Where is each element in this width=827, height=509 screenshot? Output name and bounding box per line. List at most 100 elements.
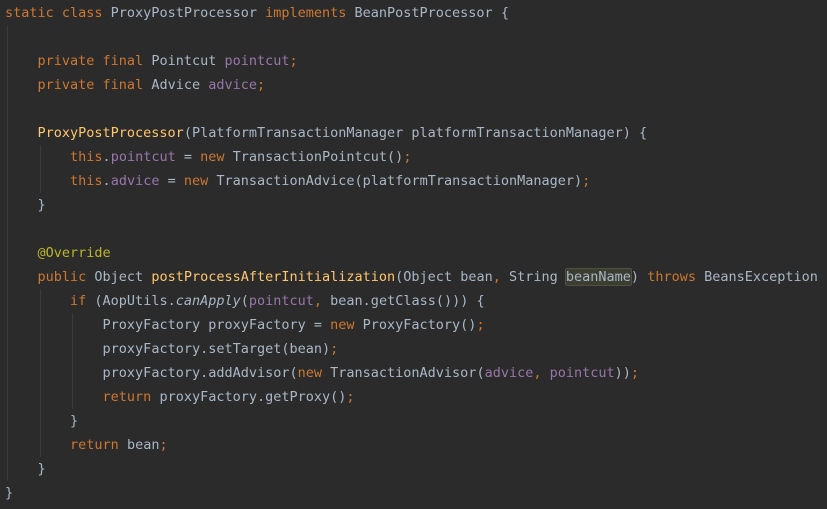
code-token: ): [630, 269, 648, 285]
code-editor[interactable]: static class ProxyPostProcessor implemen…: [0, 0, 827, 509]
code-token: ;: [403, 149, 412, 165]
code-line[interactable]: static class ProxyPostProcessor implemen…: [5, 1, 509, 25]
code-token: }: [5, 197, 46, 213]
code-token: implements: [265, 5, 355, 21]
code-token: this: [70, 149, 103, 165]
code-token: (PlatformTransactionManager platformTran…: [183, 125, 648, 141]
code-token: bean.getClass())) {: [330, 293, 485, 309]
code-token: ProxyFactory proxyFactory =: [102, 317, 331, 333]
code-token: }: [5, 485, 14, 501]
code-token: String: [508, 269, 566, 285]
code-line[interactable]: this.advice = new TransactionAdvice(plat…: [5, 169, 590, 193]
code-token: }: [5, 461, 46, 477]
code-token: new: [297, 365, 331, 381]
code-token: ;: [630, 365, 640, 381]
code-token: if: [70, 293, 95, 309]
code-line[interactable]: return bean;: [5, 433, 168, 457]
code-line[interactable]: }: [5, 193, 46, 217]
code-token: ProxyPostProcessor: [37, 125, 184, 141]
code-token: }: [5, 413, 79, 429]
code-token: =: [175, 149, 201, 165]
code-line[interactable]: }: [5, 481, 13, 505]
code-line[interactable]: }: [5, 457, 46, 481]
code-token: Pointcut: [151, 53, 225, 69]
code-token: return: [70, 437, 127, 453]
code-line[interactable]: ProxyFactory proxyFactory = new ProxyFac…: [5, 313, 485, 337]
code-token: TransactionAdvice(platformTransactionMan…: [216, 173, 583, 189]
code-line[interactable]: private final Advice advice;: [5, 73, 266, 97]
code-line[interactable]: public Object postProcessAfterInitializa…: [5, 265, 827, 289]
code-token: private final: [37, 53, 152, 69]
code-line[interactable]: }: [5, 409, 78, 433]
code-token: Object: [94, 269, 152, 285]
code-token: TransactionPointcut(): [232, 149, 404, 165]
code-token: static class: [5, 5, 111, 21]
code-token: ,: [533, 365, 550, 381]
code-token: (AopUtils.: [94, 293, 176, 309]
code-token: new: [183, 173, 217, 189]
code-token: ,: [492, 269, 509, 285]
code-token: pointcut: [549, 365, 615, 381]
code-token: pointcut: [110, 149, 176, 165]
code-token: ;: [476, 317, 485, 333]
code-token: advice: [484, 365, 534, 381]
code-token: advice: [110, 173, 160, 189]
code-token: Advice: [151, 77, 209, 93]
code-token: ;: [159, 437, 168, 453]
code-token: ;: [330, 341, 339, 357]
code-token: .: [102, 173, 111, 189]
code-token: pointcut: [224, 53, 290, 69]
code-line[interactable]: ProxyPostProcessor(PlatformTransactionMa…: [5, 121, 648, 145]
code-token: =: [159, 173, 184, 189]
code-token: BeansException {: [704, 269, 827, 285]
code-token: throws: [647, 269, 705, 285]
code-token: public: [37, 269, 95, 285]
code-token: return: [102, 389, 160, 405]
code-token: ProxyFactory(): [362, 317, 477, 333]
code-token: this: [70, 173, 103, 189]
code-line[interactable]: private final Pointcut pointcut;: [5, 49, 298, 73]
code-token: pointcut: [248, 293, 314, 309]
code-line[interactable]: return proxyFactory.getProxy();: [5, 385, 355, 409]
code-token: private final: [37, 77, 152, 93]
code-token: ;: [582, 173, 591, 189]
code-token: ProxyPostProcessor: [110, 5, 266, 21]
code-token: proxyFactory.addAdvisor(: [102, 365, 298, 381]
code-line[interactable]: proxyFactory.setTarget(bean);: [5, 337, 339, 361]
code-token: BeanPostProcessor {: [354, 5, 509, 21]
code-line[interactable]: this.pointcut = new TransactionPointcut(…: [5, 145, 411, 169]
code-token: ;: [257, 77, 266, 93]
code-token: .: [102, 149, 111, 165]
code-token: canApply: [175, 293, 241, 309]
code-token: advice: [208, 77, 257, 93]
code-token: ;: [346, 389, 355, 405]
code-token: ,: [313, 293, 331, 309]
code-line[interactable]: if (AopUtils.canApply(pointcut, bean.get…: [5, 289, 485, 313]
code-token: (: [240, 293, 249, 309]
code-token: bean: [126, 437, 160, 453]
code-line[interactable]: proxyFactory.addAdvisor(new TransactionA…: [5, 361, 640, 385]
code-line[interactable]: @Override: [5, 241, 111, 265]
code-token: new: [330, 317, 363, 333]
code-token: (Object bean: [395, 269, 493, 285]
code-token: ;: [289, 53, 298, 69]
code-token: )): [614, 365, 631, 381]
code-token: proxyFactory.getProxy(): [159, 389, 347, 405]
highlighted-identifier: beanName: [564, 268, 632, 286]
code-token: TransactionAdvisor(: [330, 365, 485, 381]
code-token: @Override: [37, 245, 111, 261]
code-token: proxyFactory.setTarget(bean): [102, 341, 331, 357]
